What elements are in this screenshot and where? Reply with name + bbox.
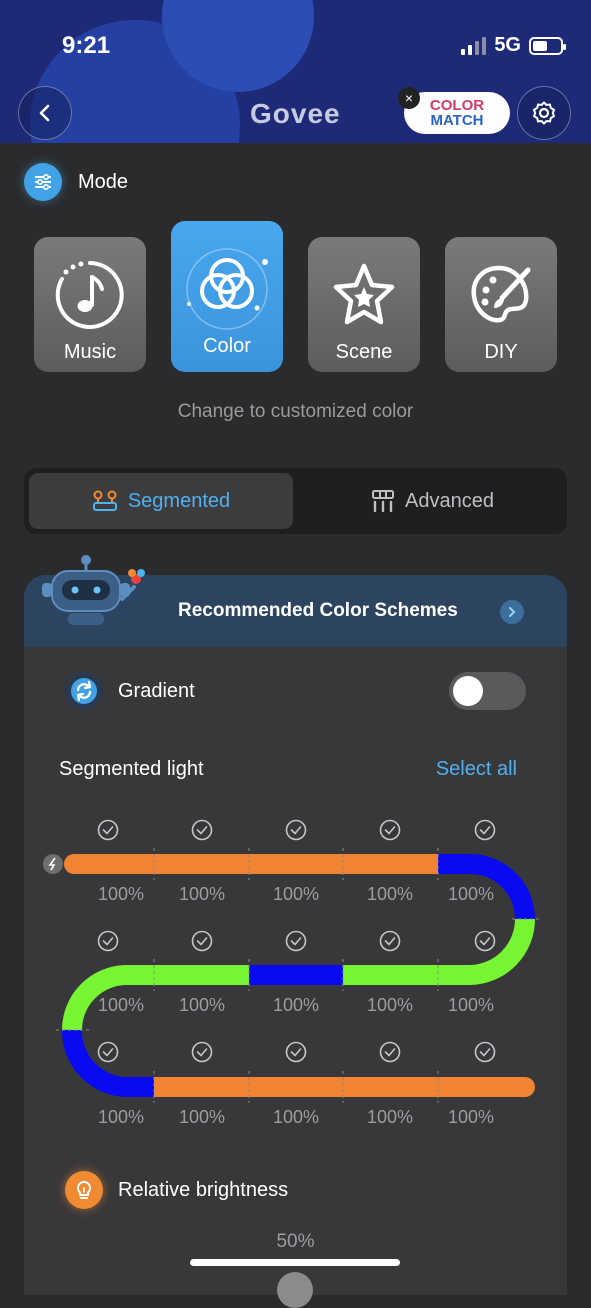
recommended-title: Recommended Color Schemes [178,600,458,621]
mode-card-scene[interactable]: Scene [308,237,420,372]
govee-logo: Govee [250,98,341,129]
app-header: 9:21 5G Govee × COLOR MATCH [0,0,591,143]
back-button[interactable] [18,86,72,140]
segment-check-icon[interactable] [474,819,496,841]
check-mark [102,937,114,946]
segment-check-icon[interactable] [97,930,119,952]
segment-tabs: Segmented Advanced [24,468,567,534]
segment-check-icon[interactable] [285,819,307,841]
palette-brush-icon [471,265,531,323]
signal-icon [461,36,487,55]
check-mark [102,826,114,835]
check-mark [196,826,208,835]
music-note-icon [55,261,124,329]
mode-card-music[interactable]: Music [34,237,146,372]
segment-check-icon[interactable] [474,930,496,952]
segment-brightness-label: 100% [366,995,414,1015]
segment-check-icon[interactable] [379,819,401,841]
check-mark [384,826,396,835]
color-circles-icon [186,248,268,330]
check-mark [479,826,491,835]
check-mark [479,937,491,946]
segment-brightness-label: 100% [178,884,226,904]
segments-icon [92,490,117,511]
status-time: 9:21 [62,32,111,59]
gear-icon [533,101,555,125]
sliders-icon [35,173,51,191]
segment-brightness-label: 100% [366,884,414,904]
segment-brightness-label: 100% [272,884,320,904]
check-mark [196,937,208,946]
star-icon [333,263,395,325]
check-mark [290,937,302,946]
gradient-label: Gradient [118,680,195,702]
check-mark [290,826,302,835]
segment-brightness-label: 100% [97,1107,145,1127]
tab-advanced[interactable]: Advanced [303,473,562,529]
segment-brightness-label: 100% [447,1107,495,1127]
segment-check-icon[interactable] [191,1041,213,1063]
mode-title: Mode [78,171,129,193]
check-mark [102,1048,114,1057]
chevron-left-icon [39,104,50,122]
segmented-light-label: Segmented light [59,758,204,780]
segment-brightness-label: 100% [447,884,495,904]
robot-mascot-icon [42,555,145,625]
mode-icon [24,163,62,201]
mode-card-label: Scene [335,341,393,363]
gradient-toggle[interactable] [449,672,526,710]
check-mark [290,1048,302,1057]
segment-brightness-label: 100% [97,884,145,904]
segment-brightness-label: 100% [272,1107,320,1127]
refresh-icon [71,678,97,704]
home-indicator [190,1259,400,1266]
segment-brightness-label: 100% [178,995,226,1015]
segment-check-icon[interactable] [97,1041,119,1063]
relative-brightness-label: Relative brightness [118,1179,289,1201]
mode-card-label: Music [63,341,117,363]
close-icon[interactable]: × [398,87,420,109]
select-all-link[interactable]: Select all [436,758,517,781]
check-mark [479,1048,491,1057]
segment-check-icon[interactable] [379,930,401,952]
segment-check-icon[interactable] [285,1041,307,1063]
power-start-icon [43,854,63,874]
mode-hint: Change to customized color [177,401,414,422]
segment-brightness-label: 100% [97,995,145,1015]
segment-check-icon[interactable] [285,930,307,952]
check-mark [384,937,396,946]
brightness-slider-thumb[interactable] [277,1272,313,1308]
mode-card-diy[interactable]: DIY [445,237,557,372]
gradient-icon [65,672,103,710]
mode-card-color[interactable]: Color [171,221,283,372]
lightbulb-icon [76,1180,92,1199]
chevron-right-icon[interactable] [500,600,524,624]
segment-brightness-label: 100% [447,995,495,1015]
mode-card-label: Color [203,335,251,357]
segment-brightness-label: 100% [366,1107,414,1127]
mode-card-label: DIY [484,341,518,363]
status-indicators: 5G [461,34,566,57]
segment-check-icon[interactable] [97,819,119,841]
segment-check-icon[interactable] [191,930,213,952]
battery-icon [529,36,566,55]
segment-brightness-label: 100% [272,995,320,1015]
strip-segment[interactable] [438,918,535,985]
strip-svg [43,819,540,1103]
network-type: 5G [494,34,521,56]
brightness-value: 50% [276,1231,315,1252]
segment-check-icon[interactable] [191,819,213,841]
strip-segment[interactable] [62,1029,154,1097]
segment-check-icon[interactable] [379,1041,401,1063]
check-mark [384,1048,396,1057]
check-mark [196,1048,208,1057]
tab-segmented[interactable]: Segmented [29,473,293,529]
segment-check-icon[interactable] [474,1041,496,1063]
grid-columns-icon [372,490,395,513]
settings-button[interactable] [517,86,571,140]
brightness-icon [65,1171,103,1209]
segment-brightness-label: 100% [178,1107,226,1127]
